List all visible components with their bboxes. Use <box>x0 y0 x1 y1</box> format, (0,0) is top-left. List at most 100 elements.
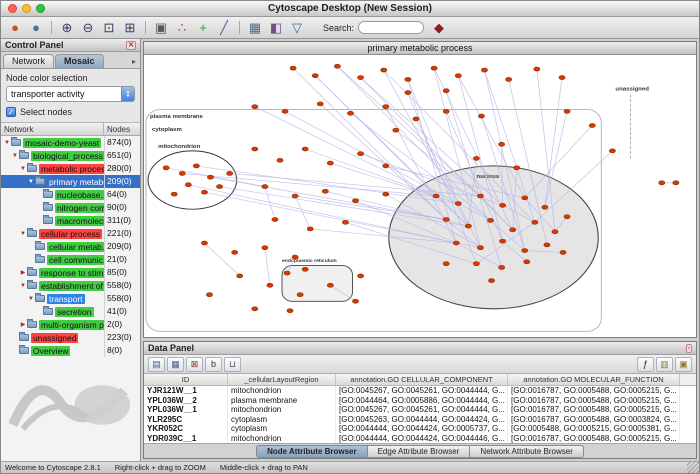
snapshot-button[interactable]: ▣ <box>151 19 171 37</box>
zoom-button[interactable] <box>36 4 45 13</box>
network-node[interactable] <box>506 77 512 81</box>
resize-grip[interactable] <box>687 462 699 474</box>
rename-attribute-button[interactable]: b <box>205 357 222 372</box>
filter-button[interactable]: ▽ <box>287 19 307 37</box>
network-node[interactable] <box>381 68 387 72</box>
network-node[interactable] <box>357 274 363 278</box>
network-node[interactable] <box>352 299 358 303</box>
table-row[interactable]: YKR052Ccytoplasm[GO:0044444, GO:0044424,… <box>144 424 696 434</box>
network-node[interactable] <box>413 117 419 121</box>
network-node[interactable] <box>542 205 548 209</box>
network-node[interactable] <box>488 279 494 283</box>
network-node[interactable] <box>443 217 449 221</box>
network-node[interactable] <box>226 171 232 175</box>
tree-row-biological-process[interactable]: ▼biological_process651(0) <box>1 149 140 162</box>
network-node[interactable] <box>433 194 439 198</box>
network-node[interactable] <box>201 241 207 245</box>
network-node[interactable] <box>659 181 665 185</box>
network-node[interactable] <box>216 185 222 189</box>
dropdown-arrows-icon[interactable]: ▲▼ <box>121 87 134 101</box>
column-header-cellularlayoutregion[interactable]: _cellularLayoutRegion <box>228 374 336 385</box>
function-builder-button[interactable]: ƒ <box>637 357 654 372</box>
tree-row-multi-organism-pr[interactable]: ▶multi-organism pr...2(0) <box>1 318 140 331</box>
network-node[interactable] <box>287 309 293 313</box>
network-node[interactable] <box>334 64 340 68</box>
network-node[interactable] <box>206 293 212 297</box>
column-header-annotation-go-molecular-function[interactable]: annotation.GO MOLECULAR_FUNCTION <box>508 374 680 385</box>
clear-values-button[interactable]: ⊔ <box>224 357 241 372</box>
network-node[interactable] <box>207 175 213 179</box>
table-row[interactable]: YLR295Ccytoplasm[GO:0045263, GO:0044444,… <box>144 415 696 425</box>
expand-arrow-icon[interactable]: ▼ <box>19 283 27 289</box>
tab-mosaic[interactable]: Mosaic <box>55 54 104 68</box>
network-node[interactable] <box>473 262 479 266</box>
close-icon[interactable]: ✕ <box>126 41 136 50</box>
tree-row-nucleobase[interactable]: nucleobase...64(0) <box>1 188 140 201</box>
network-node[interactable] <box>499 203 505 207</box>
network-node[interactable] <box>498 265 504 269</box>
tree-row-overview[interactable]: Overview8(0) <box>1 344 140 357</box>
select-attributes-button[interactable]: ▤ <box>148 357 165 372</box>
network-node[interactable] <box>302 147 308 151</box>
network-node[interactable] <box>201 190 207 194</box>
expand-arrow-icon[interactable]: ▼ <box>27 179 35 185</box>
network-node[interactable] <box>532 220 538 224</box>
table-row[interactable]: YPL036W__2plasma membrane[GO:0044464, GO… <box>144 396 696 406</box>
network-node[interactable] <box>443 89 449 93</box>
network-node[interactable] <box>431 66 437 70</box>
network-node[interactable] <box>357 152 363 156</box>
select-nodes-checkbox[interactable]: ✓ <box>6 107 16 117</box>
create-network-button[interactable]: ● <box>26 19 46 37</box>
tree-row-unassigned[interactable]: unassigned223(0) <box>1 331 140 344</box>
network-node[interactable] <box>277 158 283 162</box>
network-node[interactable] <box>357 75 363 79</box>
network-node[interactable] <box>481 68 487 72</box>
network-node[interactable] <box>179 171 185 175</box>
network-node[interactable] <box>342 220 348 224</box>
network-node[interactable] <box>465 224 471 228</box>
close-button[interactable] <box>8 4 17 13</box>
network-node[interactable] <box>267 283 273 287</box>
network-node[interactable] <box>322 189 328 193</box>
network-node[interactable] <box>534 67 540 71</box>
network-node[interactable] <box>383 164 389 168</box>
tree-row-mosaic-demo-yeast[interactable]: ▼mosaic-demo-yeast874(0) <box>1 136 140 149</box>
add-node-button[interactable]: + <box>193 19 213 37</box>
minimize-button[interactable] <box>22 4 31 13</box>
network-node[interactable] <box>673 181 679 185</box>
birds-eye-view[interactable] <box>3 361 138 435</box>
network-canvas-svg[interactable]: plasma membrane cytoplasm mitochondrion … <box>144 55 696 337</box>
import-table-button[interactable]: ▦ <box>245 19 265 37</box>
tree-row-metabolic-process[interactable]: ▼metabolic process280(0) <box>1 162 140 175</box>
network-node[interactable] <box>352 199 358 203</box>
network-node[interactable] <box>477 246 483 250</box>
network-node[interactable] <box>514 166 520 170</box>
enhanced-search-button[interactable]: ◆ <box>429 19 449 37</box>
collapse-arrow-icon[interactable]: ▶ <box>19 269 27 276</box>
network-node[interactable] <box>443 109 449 113</box>
expand-arrow-icon[interactable]: ▼ <box>3 140 11 146</box>
create-attribute-button[interactable]: ▦ <box>167 357 184 372</box>
network-node[interactable] <box>498 142 504 146</box>
vizmapper-button[interactable]: ◧ <box>266 19 286 37</box>
network-node[interactable] <box>290 66 296 70</box>
export-attributes-button[interactable]: ▣ <box>675 357 692 372</box>
network-node[interactable] <box>185 183 191 187</box>
network-node[interactable] <box>171 192 177 196</box>
column-header-id[interactable]: ID <box>144 374 228 385</box>
network-node[interactable] <box>609 149 615 153</box>
network-node[interactable] <box>312 74 318 78</box>
network-node[interactable] <box>455 201 461 205</box>
tree-column-nodes[interactable]: Nodes <box>104 123 140 135</box>
network-overview-button[interactable]: ∴ <box>172 19 192 37</box>
search-input[interactable] <box>358 21 424 34</box>
network-node[interactable] <box>327 161 333 165</box>
expand-arrow-icon[interactable]: ▼ <box>27 296 35 302</box>
network-node[interactable] <box>272 217 278 221</box>
network-node[interactable] <box>544 243 550 247</box>
tab-network[interactable]: Network <box>3 54 54 68</box>
network-node[interactable] <box>405 91 411 95</box>
float-panel-icon[interactable]: ▫ <box>686 344 692 353</box>
zoom-in-button[interactable]: ⊕ <box>57 19 77 37</box>
network-node[interactable] <box>383 192 389 196</box>
